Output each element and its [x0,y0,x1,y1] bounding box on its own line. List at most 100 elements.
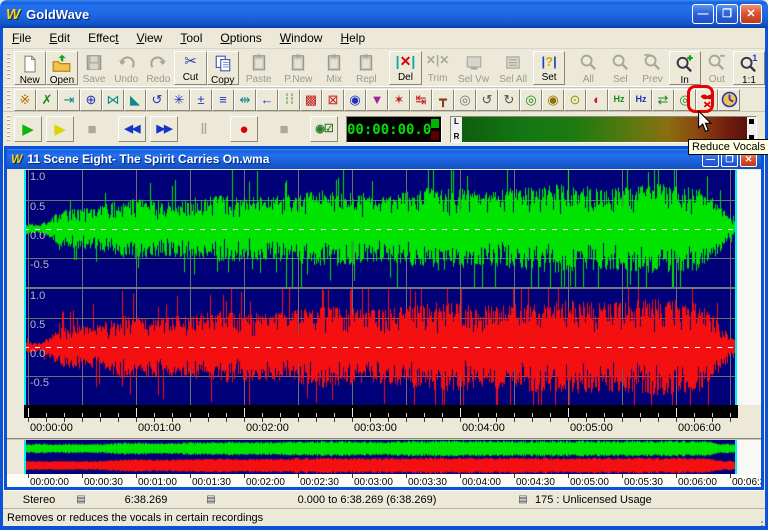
toolbar-grip[interactable] [5,115,12,142]
selection-end-marker[interactable] [735,170,737,405]
mix-channels-button[interactable]: ⊠ [322,89,344,111]
max-volume-button[interactable]: ◉ [542,89,564,111]
close-button[interactable]: ✕ [740,4,762,24]
menu-view[interactable]: View [128,29,172,47]
window-border-left [0,24,3,530]
save-button[interactable]: Save [78,51,110,85]
compressor-button[interactable]: ⇹ [234,89,256,111]
reverse-button[interactable]: ← [256,89,278,111]
pop-click-button[interactable]: ↹ [410,89,432,111]
record-button[interactable]: ● [230,116,258,142]
channel-swap-button[interactable]: ⇄ [652,89,674,111]
toolbar-button-label: Out [709,75,725,85]
resample-button[interactable]: Hz [630,89,652,111]
play-button[interactable]: ▶ [14,116,42,142]
offset-button[interactable]: ± [190,89,212,111]
match-volume-button[interactable]: ▩ [300,89,322,111]
mechanize-button[interactable]: ✳ [168,89,190,111]
menu-window[interactable]: Window [271,29,332,47]
title-bar[interactable]: W GoldWave — ❐ ✕ [0,0,768,28]
fade-in-button[interactable]: ↺ [476,89,498,111]
paste-button[interactable]: Paste [239,51,279,85]
selection-start-marker[interactable] [24,170,26,405]
overview-selection-start-marker[interactable] [24,440,26,474]
all-button[interactable]: All [572,51,604,85]
toolbar-grip[interactable] [5,90,12,108]
mixer-pan-button[interactable]: ※ [14,89,36,111]
menu-file[interactable]: File [3,29,40,47]
undo-button[interactable]: Undo [110,51,142,85]
expand-selection-button[interactable]: ⊕ [80,89,102,111]
xy-channels-button[interactable]: ✗ [36,89,58,111]
stop-button[interactable]: ■ [78,116,106,142]
seek-end-button[interactable]: ⇥ [58,89,80,111]
sel-all-button[interactable]: Sel All [493,51,533,85]
set-button[interactable]: |?|Set [533,51,565,85]
record-stop-button[interactable]: ■ [270,116,298,142]
sel-vw-button[interactable]: Sel Vw [454,51,494,85]
ramp-button[interactable]: ◣ [124,89,146,111]
doppler-button[interactable]: ⋈ [102,89,124,111]
auto-gain-button[interactable]: ⊙ [564,89,586,111]
loudness-button[interactable]: ◎ [520,89,542,111]
menu-options[interactable]: Options [211,29,270,47]
flip-button[interactable]: ↺ [146,89,168,111]
menu-effect[interactable]: Effect [79,29,127,47]
document-title-bar[interactable]: W 11 Scene Eight- The Spirit Carries On.… [7,149,761,169]
open-button[interactable]: Open [46,51,78,85]
balance-button[interactable]: ◐ [586,89,608,111]
playback-rate-button[interactable]: Hz [608,89,630,111]
spectrum-button[interactable]: ◉ [344,89,366,111]
maximize-button[interactable]: ❐ [716,4,738,24]
balance-icon: ◐ [593,93,601,106]
overview-waveform[interactable] [24,440,738,474]
waveform-channel-right[interactable]: 1.00.50.0-0.5 [24,289,738,405]
status-separator-icon: ▤ [517,494,529,505]
shape-volume-button[interactable]: ┆┆ [278,89,300,111]
fast-forward-button[interactable]: ▶▶ [150,116,178,142]
prev-button[interactable]: Prev [636,51,668,85]
new-button[interactable]: New [14,51,46,85]
fade-out-button[interactable]: ↻ [498,89,520,111]
sel-button[interactable]: Sel [604,51,636,85]
noise-reduction-button[interactable]: ✶ [388,89,410,111]
redo-button[interactable]: Redo [142,51,174,85]
1-1-button[interactable]: 11:1 [733,51,765,85]
volume-knob-button[interactable]: ◎ [454,89,476,111]
rewind-button[interactable]: ◀◀ [118,116,146,142]
play-selection-button[interactable]: ▶ [46,116,74,142]
pitch-button[interactable]: ▼ [366,89,388,111]
equalizer-button[interactable]: ≡ [212,89,234,111]
toolbar-button-label: Prev [642,75,663,85]
minimize-button[interactable]: — [692,4,714,24]
del-button[interactable]: |✕|Del [389,51,421,85]
menu-tool[interactable]: Tool [171,29,211,47]
menu-edit[interactable]: Edit [40,29,79,47]
in-button[interactable]: In [669,51,701,85]
toolbar-grip[interactable] [5,53,12,83]
overview-axis-label: 00:01:00 [138,477,177,487]
overview-selection-end-marker[interactable] [735,440,737,474]
max-volume-icon: ◉ [547,93,558,106]
effects-toolbar: ※✗⇥⊕⋈◣↺✳±≡⇹←┆┆▩⊠◉▼✶↹┳◎↺↻◎◉⊙◐HzHz⇄◎ [3,87,765,112]
spectrum-icon: ◉ [349,93,360,106]
cut-button[interactable]: ✂Cut [174,51,206,85]
overview-axis-label: 00:05:30 [624,477,663,487]
smoother-button[interactable]: ┳ [432,89,454,111]
resize-grip[interactable] [761,521,763,523]
repl-button[interactable]: Repl [350,51,382,85]
record-options-button[interactable]: ◉☑ [310,116,338,142]
pause-button[interactable]: Ⅱ [190,116,218,142]
time-warp-button[interactable] [718,89,740,111]
trim-icon: ✕|✕ [426,53,449,68]
mix-button[interactable]: Mix [318,51,350,85]
menu-help[interactable]: Help [331,29,374,47]
copy-button[interactable]: Copy [207,51,239,85]
p-new-button[interactable]: P.New [278,51,318,85]
out-button[interactable]: Out [701,51,733,85]
waveform-channel-left[interactable]: 1.00.50.0-0.5 [24,170,738,287]
overview-axis-label: 00:03:00 [354,477,393,487]
xy-channels-icon: ✗ [42,93,53,106]
overview-canvas[interactable] [26,440,736,474]
trim-button[interactable]: ✕|✕Trim [422,51,454,85]
